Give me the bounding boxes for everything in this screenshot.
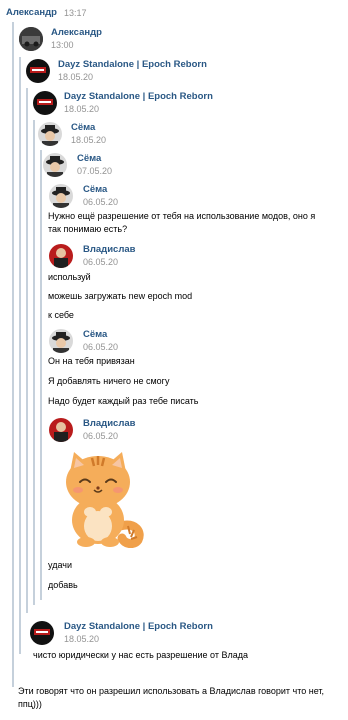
message-author[interactable]: Сёма bbox=[77, 153, 101, 164]
message-text: так понимаю есть? bbox=[48, 224, 128, 234]
message-time: 06.05.20 bbox=[83, 431, 119, 441]
person-hat-icon bbox=[43, 153, 67, 177]
message-text: можешь загружать new epoch mod bbox=[48, 291, 193, 301]
message-author[interactable]: Сёма bbox=[71, 122, 95, 133]
message-time: 13:00 bbox=[51, 40, 74, 50]
person-hat-icon bbox=[49, 184, 73, 208]
message-author[interactable]: Владислав bbox=[83, 244, 136, 255]
message-author[interactable]: Александр bbox=[51, 27, 102, 38]
message-author[interactable]: Сёма bbox=[83, 184, 107, 195]
avatar[interactable] bbox=[26, 59, 50, 83]
message-author[interactable]: Dayz Standalone | Epoch Reborn bbox=[64, 91, 213, 102]
message-time: 06.05.20 bbox=[83, 257, 119, 267]
avatar[interactable] bbox=[30, 621, 54, 645]
avatar[interactable] bbox=[49, 184, 73, 208]
thread-bar-4 bbox=[33, 120, 35, 605]
epoch-logo-icon bbox=[30, 621, 54, 645]
message-author[interactable]: Dayz Standalone | Epoch Reborn bbox=[64, 621, 213, 632]
thread-bar-3 bbox=[26, 88, 28, 613]
avatar[interactable] bbox=[38, 122, 62, 146]
message-time: 18.05.20 bbox=[71, 135, 107, 145]
avatar[interactable] bbox=[33, 91, 57, 115]
avatar[interactable] bbox=[49, 329, 73, 353]
message-text: чисто юридически у нас есть разрешение о… bbox=[33, 650, 248, 660]
message-time: 18.05.20 bbox=[64, 634, 100, 644]
message-text: Нужно ещё разрешение от тебя на использо… bbox=[48, 211, 316, 221]
message-time: 06.05.20 bbox=[83, 342, 119, 352]
epoch-logo-icon bbox=[26, 59, 50, 83]
top-author[interactable]: Александр bbox=[6, 7, 57, 18]
avatar[interactable] bbox=[49, 244, 73, 268]
message-text: Эти говорят что он разрешил использовать… bbox=[18, 686, 325, 709]
thread-bar-2 bbox=[19, 57, 21, 654]
message-text: Надо будет каждый раз тебе писать bbox=[48, 396, 199, 406]
thread-bar-5 bbox=[40, 150, 42, 600]
avatar[interactable] bbox=[43, 153, 67, 177]
avatar[interactable] bbox=[19, 27, 43, 51]
person-red-icon bbox=[49, 244, 73, 268]
person-red-icon bbox=[49, 418, 73, 442]
thread-bar-1 bbox=[12, 22, 14, 687]
message-author[interactable]: Dayz Standalone | Epoch Reborn bbox=[58, 59, 207, 70]
message-author[interactable]: Владислав bbox=[83, 418, 136, 429]
message-time: 18.05.20 bbox=[58, 72, 94, 82]
message-text: Я добавлять ничего не смогу bbox=[48, 376, 170, 386]
person-hat-icon bbox=[49, 329, 73, 353]
message-text: Он на тебя привязан bbox=[48, 356, 135, 366]
top-time: 13:17 bbox=[64, 8, 87, 18]
message-text: к себе bbox=[48, 310, 74, 320]
message-text: используй bbox=[48, 272, 91, 282]
avatar[interactable] bbox=[49, 418, 73, 442]
message-time: 18.05.20 bbox=[64, 104, 100, 114]
epoch-logo-icon bbox=[33, 91, 57, 115]
avatar-photo-icon bbox=[19, 27, 43, 51]
message-time: 06.05.20 bbox=[83, 197, 119, 207]
person-hat-icon bbox=[38, 122, 62, 146]
message-time: 07.05.20 bbox=[77, 166, 113, 176]
message-text: добавь bbox=[48, 580, 78, 590]
message-text: удачи bbox=[48, 560, 72, 570]
cat-sticker-icon[interactable] bbox=[58, 448, 150, 548]
message-author[interactable]: Сёма bbox=[83, 329, 107, 340]
